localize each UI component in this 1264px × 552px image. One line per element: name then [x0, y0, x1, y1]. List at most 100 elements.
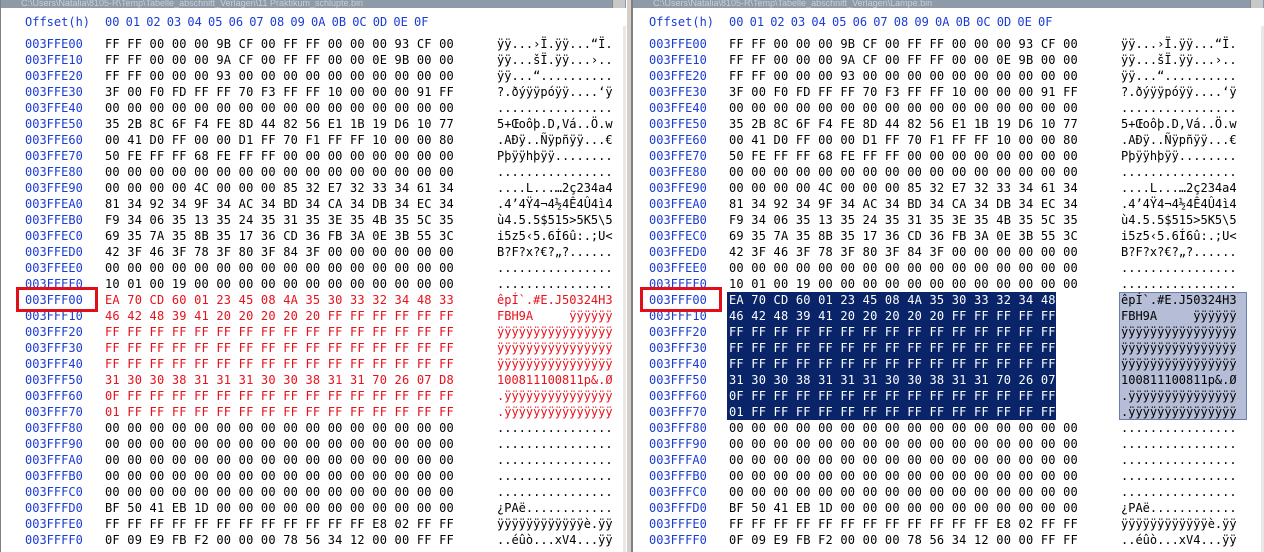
ascii-text[interactable]: .ÿÿÿÿÿÿÿÿÿÿÿÿÿÿÿ	[1121, 388, 1237, 404]
ascii-text[interactable]: 5+Œoôþ.D‚Vá..Ö.w	[497, 116, 613, 132]
row-offset[interactable]: 003FFFF0	[25, 532, 83, 548]
row-offset[interactable]: 003FFFE0	[25, 516, 83, 532]
hex-bytes[interactable]: 01 FF FF FF FF FF FF FF FF FF FF FF FF F…	[729, 404, 1078, 420]
hex-bytes[interactable]: 00 41 D0 FF 00 00 D1 FF 70 F1 FF FF 10 0…	[105, 132, 454, 148]
hex-bytes[interactable]: 00 00 00 00 00 00 00 00 00 00 00 00 00 0…	[729, 436, 1078, 452]
ascii-text[interactable]: ................	[497, 484, 613, 500]
hex-bytes[interactable]: 00 00 00 00 00 00 00 00 00 00 00 00 00 0…	[105, 468, 454, 484]
hex-bytes[interactable]: 69 35 7A 35 8B 35 17 36 CD 36 FB 3A 0E 3…	[729, 228, 1078, 244]
row-offset[interactable]: 003FFF50	[25, 372, 83, 388]
ascii-text[interactable]: ÿÿÿÿÿÿÿÿÿÿÿÿÿÿÿÿ	[1121, 324, 1237, 340]
ascii-text[interactable]: ù4.5.5$515>5K5\5	[1121, 212, 1237, 228]
hex-bytes[interactable]: 46 42 48 39 41 20 20 20 20 20 FF FF FF F…	[729, 308, 1078, 324]
hex-bytes[interactable]: FF FF FF FF FF FF FF FF FF FF FF FF FF F…	[729, 324, 1078, 340]
hex-bytes[interactable]: 00 41 D0 FF 00 00 D1 FF 70 F1 FF FF 10 0…	[729, 132, 1078, 148]
ascii-text[interactable]: FBH9A ÿÿÿÿÿÿ	[497, 308, 613, 324]
ascii-text[interactable]: B?F?x?€?„?......	[497, 244, 613, 260]
hex-bytes[interactable]: 81 34 92 34 9F 34 AC 34 BD 34 CA 34 DB 3…	[729, 196, 1078, 212]
row-offset[interactable]: 003FFEB0	[649, 212, 707, 228]
hex-editor-pane-left[interactable]: C:\Users\Natalia\8105-R\Temp\Tabelle_abs…	[0, 0, 627, 552]
ascii-text[interactable]: ................	[1121, 164, 1237, 180]
row-offset[interactable]: 003FFF30	[25, 340, 83, 356]
ascii-text[interactable]: ?.ðýÿÿpóÿÿ....‘ÿ	[1121, 84, 1237, 100]
row-offset[interactable]: 003FFE60	[649, 132, 707, 148]
hex-bytes[interactable]: BF 50 41 EB 1D 00 00 00 00 00 00 00 00 0…	[105, 500, 454, 516]
hex-bytes[interactable]: 0F 09 E9 FB F2 00 00 00 78 56 34 12 00 0…	[105, 532, 454, 548]
row-offset[interactable]: 003FFE50	[25, 116, 83, 132]
row-offset[interactable]: 003FFFE0	[649, 516, 707, 532]
row-offset[interactable]: 003FFF40	[649, 356, 707, 372]
hex-bytes[interactable]: FF FF FF FF FF FF FF FF FF FF FF FF FF F…	[105, 356, 454, 372]
hex-bytes[interactable]: 42 3F 46 3F 78 3F 80 3F 84 3F 00 00 00 0…	[729, 244, 1078, 260]
ascii-text[interactable]: ..éûò...xV4...ÿÿ	[497, 532, 613, 548]
ascii-text[interactable]: ................	[1121, 276, 1237, 292]
ascii-text[interactable]: ................	[497, 260, 613, 276]
hex-bytes[interactable]: 00 00 00 00 00 00 00 00 00 00 00 00 00 0…	[729, 260, 1078, 276]
ascii-text[interactable]: ÿÿ...šÏ.ÿÿ...›..	[1121, 52, 1237, 68]
row-offset[interactable]: 003FFFC0	[649, 484, 707, 500]
row-offset[interactable]: 003FFE50	[649, 116, 707, 132]
row-offset[interactable]: 003FFFB0	[649, 468, 707, 484]
row-offset[interactable]: 003FFEA0	[649, 196, 707, 212]
ascii-text[interactable]: ................	[1121, 468, 1237, 484]
hex-bytes[interactable]: FF FF FF FF FF FF FF FF FF FF FF FF FF F…	[729, 356, 1078, 372]
hex-bytes[interactable]: EA 70 CD 60 01 23 45 08 4A 35 30 33 32 3…	[729, 292, 1078, 308]
row-offset[interactable]: 003FFEC0	[25, 228, 83, 244]
hex-bytes[interactable]: 69 35 7A 35 8B 35 17 36 CD 36 FB 3A 0E 3…	[105, 228, 454, 244]
row-offset[interactable]: 003FFF80	[25, 420, 83, 436]
ascii-text[interactable]: ÿÿ...›Ï.ÿÿ...“Ï.	[497, 36, 613, 52]
ascii-text[interactable]: ÿÿ...“..........	[1121, 68, 1237, 84]
ascii-text[interactable]: ................	[1121, 452, 1237, 468]
row-offset[interactable]: 003FFF90	[25, 436, 83, 452]
row-offset[interactable]: 003FFE20	[25, 68, 83, 84]
ascii-text[interactable]: ?.ðýÿÿpóÿÿ....‘ÿ	[497, 84, 613, 100]
row-offset[interactable]: 003FFEE0	[25, 260, 83, 276]
row-offset[interactable]: 003FFFF0	[649, 532, 707, 548]
hex-bytes[interactable]: 35 2B 8C 6F F4 FE 8D 44 82 56 E1 1B 19 D…	[105, 116, 454, 132]
row-offset[interactable]: 003FFFB0	[25, 468, 83, 484]
ascii-text[interactable]: .ÿÿÿÿÿÿÿÿÿÿÿÿÿÿÿ	[497, 404, 613, 420]
ascii-text[interactable]: ¿PAë............	[1121, 500, 1237, 516]
row-offset[interactable]: 003FFE30	[25, 84, 83, 100]
row-offset[interactable]: 003FFE00	[649, 36, 707, 52]
row-offset[interactable]: 003FFEC0	[649, 228, 707, 244]
hex-bytes[interactable]: 31 30 30 38 31 31 31 30 30 38 31 31 70 2…	[729, 372, 1078, 388]
ascii-text[interactable]: 100811100811p&.Ø	[1121, 372, 1237, 388]
ascii-text[interactable]: B?F?x?€?„?......	[1121, 244, 1237, 260]
ascii-text[interactable]: êpÍ`.#E.J50324H3	[1121, 292, 1237, 308]
hex-bytes[interactable]: 00 00 00 00 00 00 00 00 00 00 00 00 00 0…	[729, 452, 1078, 468]
hex-bytes[interactable]: BF 50 41 EB 1D 00 00 00 00 00 00 00 00 0…	[729, 500, 1078, 516]
hex-bytes[interactable]: 46 42 48 39 41 20 20 20 20 20 FF FF FF F…	[105, 308, 454, 324]
row-offset[interactable]: 003FFE10	[649, 52, 707, 68]
row-offset[interactable]: 003FFF90	[649, 436, 707, 452]
row-offset[interactable]: 003FFED0	[649, 244, 707, 260]
hex-bytes[interactable]: EA 70 CD 60 01 23 45 08 4A 35 30 33 32 3…	[105, 292, 454, 308]
hex-bytes[interactable]: 10 01 00 19 00 00 00 00 00 00 00 00 00 0…	[729, 276, 1078, 292]
ascii-text[interactable]: ÿÿ...›Ï.ÿÿ...“Ï.	[1121, 36, 1237, 52]
hex-bytes[interactable]: 00 00 00 00 00 00 00 00 00 00 00 00 00 0…	[729, 420, 1078, 436]
hex-bytes[interactable]: FF FF 00 00 00 93 00 00 00 00 00 00 00 0…	[729, 68, 1078, 84]
ascii-text[interactable]: .ÿÿÿÿÿÿÿÿÿÿÿÿÿÿÿ	[1121, 404, 1237, 420]
hex-bytes[interactable]: FF FF 00 00 00 9A CF 00 FF FF 00 00 0E 9…	[729, 52, 1078, 68]
hex-bytes[interactable]: 00 00 00 00 00 00 00 00 00 00 00 00 00 0…	[105, 484, 454, 500]
ascii-text[interactable]: i5z5‹5.6Í6û:.;U<	[497, 228, 613, 244]
row-offset[interactable]: 003FFE20	[649, 68, 707, 84]
row-offset[interactable]: 003FFEE0	[649, 260, 707, 276]
row-offset[interactable]: 003FFE70	[649, 148, 707, 164]
ascii-text[interactable]: ....L...…2ç234a4	[497, 180, 613, 196]
row-offset[interactable]: 003FFF70	[25, 404, 83, 420]
row-offset[interactable]: 003FFFD0	[649, 500, 707, 516]
row-offset[interactable]: 003FFF30	[649, 340, 707, 356]
hex-bytes[interactable]: 0F FF FF FF FF FF FF FF FF FF FF FF FF F…	[729, 388, 1078, 404]
row-offset[interactable]: 003FFE00	[25, 36, 83, 52]
hex-bytes[interactable]: F9 34 06 35 13 35 24 35 31 35 3E 35 4B 3…	[105, 212, 454, 228]
row-offset[interactable]: 003FFF60	[649, 388, 707, 404]
ascii-text[interactable]: ù4.5.5$515>5K5\5	[497, 212, 613, 228]
row-offset[interactable]: 003FFFC0	[25, 484, 83, 500]
row-offset[interactable]: 003FFE40	[25, 100, 83, 116]
ascii-text[interactable]: FBH9A ÿÿÿÿÿÿ	[1121, 308, 1237, 324]
row-offset[interactable]: 003FFE80	[649, 164, 707, 180]
hex-bytes[interactable]: 0F FF FF FF FF FF FF FF FF FF FF FF FF F…	[105, 388, 454, 404]
ascii-text[interactable]: ................	[1121, 436, 1237, 452]
ascii-text[interactable]: ................	[1121, 484, 1237, 500]
